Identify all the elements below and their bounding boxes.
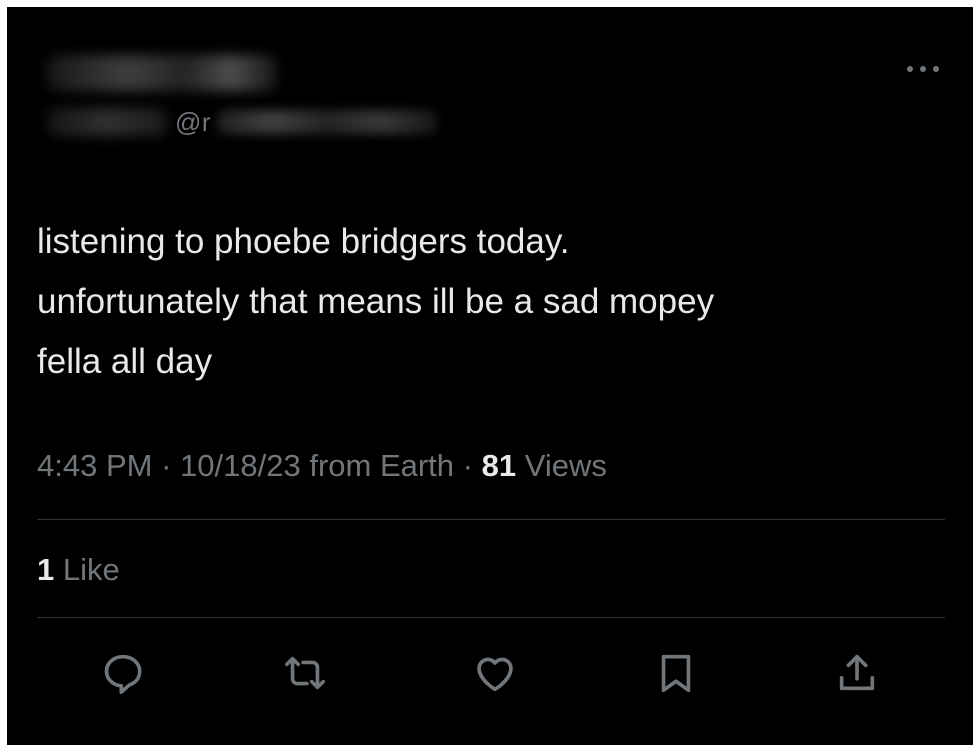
share-icon (839, 654, 875, 691)
action-bar (7, 645, 973, 701)
views-count[interactable]: 81 (482, 448, 516, 483)
redacted-avatar (47, 108, 167, 136)
redacted-handle (217, 110, 438, 134)
author-handle[interactable]: @r (175, 107, 211, 138)
bookmark-button[interactable] (648, 645, 704, 701)
likes-summary[interactable]: 1 Like (37, 548, 120, 592)
tweet-date[interactable]: 10/18/23 (180, 448, 301, 483)
likes-count: 1 (37, 552, 55, 587)
more-options-button[interactable] (899, 53, 947, 85)
meta-separator: · (462, 448, 473, 483)
divider (37, 617, 945, 618)
divider (37, 519, 945, 520)
tweet-source: from Earth (309, 448, 455, 483)
tweet-card: @r listening to phoebe bridgers today. u… (7, 7, 973, 745)
bookmark-icon (661, 654, 691, 693)
more-horizontal-icon (907, 66, 939, 72)
tweet-meta: 4:43 PM · 10/18/23 from Earth · 81 Views (37, 444, 607, 488)
views-label: Views (524, 448, 607, 483)
reply-icon (104, 654, 142, 694)
reply-button[interactable] (95, 645, 151, 701)
author-handle-row: @r (47, 105, 438, 139)
tweet-time[interactable]: 4:43 PM (37, 448, 152, 483)
redacted-display-name (47, 55, 277, 91)
author-header[interactable]: @r (47, 55, 487, 145)
like-button[interactable] (467, 645, 523, 701)
heart-icon (477, 657, 513, 692)
tweet-text: listening to phoebe bridgers today. unfo… (37, 222, 715, 381)
meta-separator: · (161, 448, 172, 483)
likes-label: Like (62, 552, 120, 587)
share-button[interactable] (829, 645, 885, 701)
retweet-icon (284, 656, 326, 690)
retweet-button[interactable] (277, 645, 333, 701)
